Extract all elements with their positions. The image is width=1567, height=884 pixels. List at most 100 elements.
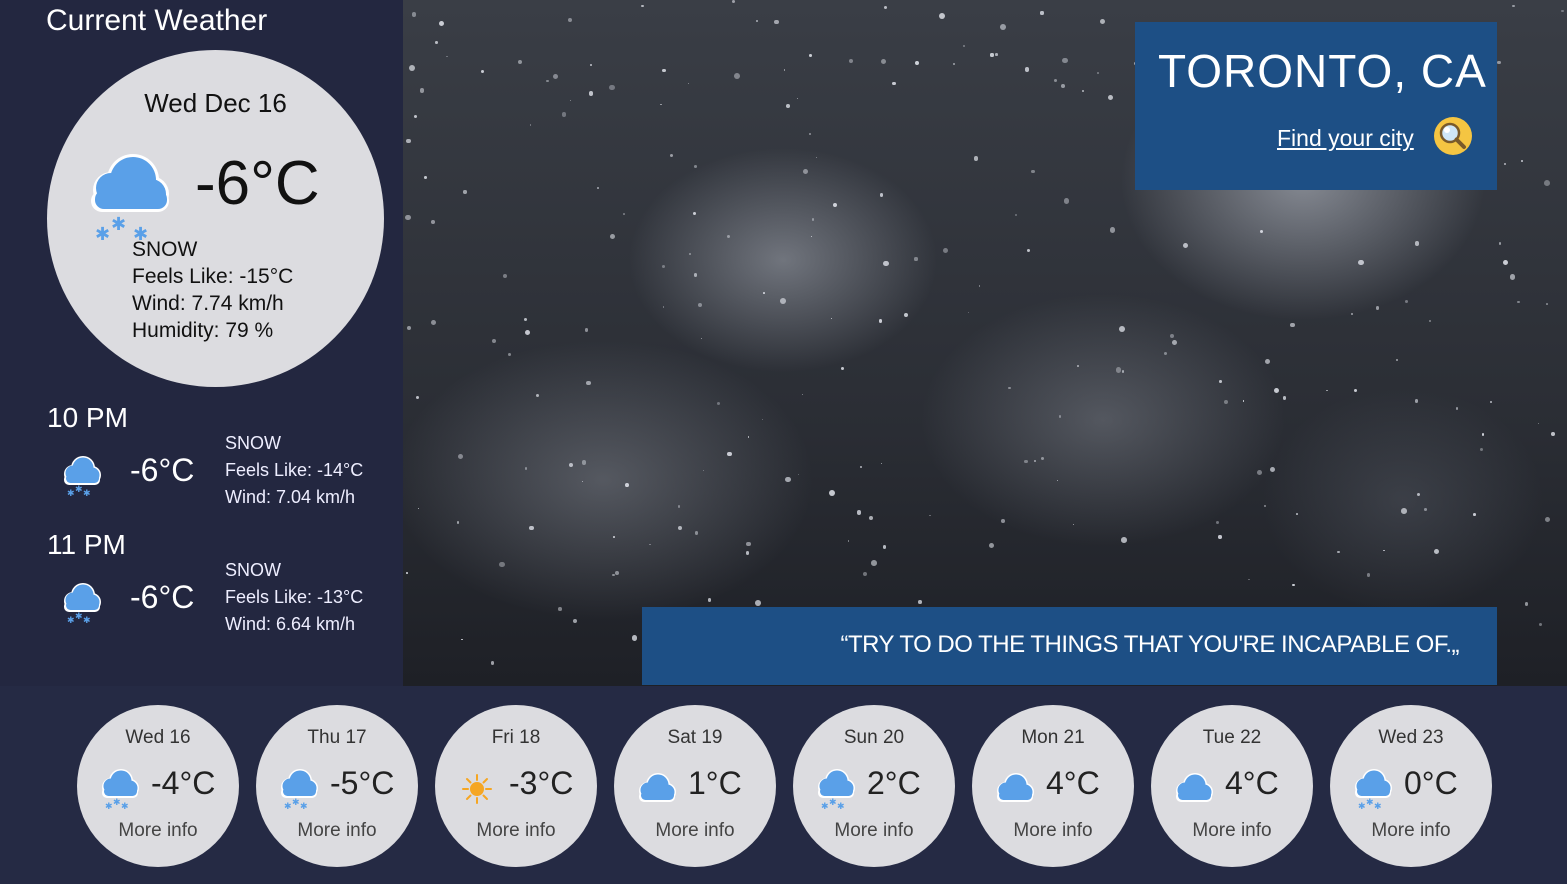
- snowflake: [430, 220, 435, 224]
- snowflake: [892, 81, 896, 86]
- current-temperature: -6°C: [195, 149, 320, 218]
- snowflake: [463, 190, 467, 194]
- more-info-link[interactable]: More info: [614, 820, 776, 842]
- snowflake: [1059, 415, 1062, 418]
- hourly-time: 11 PM: [47, 529, 126, 560]
- svg-text:✱: ✱: [83, 616, 91, 625]
- snowflake: [528, 525, 534, 531]
- snowflake: [1561, 9, 1564, 13]
- forecast-day-card[interactable]: Mon 21 4°C More info: [972, 705, 1134, 867]
- hourly-details: SNOW Feels Like: -14°C Wind: 7.04 km/h: [225, 430, 363, 511]
- magnifier-icon[interactable]: [1433, 116, 1473, 156]
- more-info-link[interactable]: More info: [77, 820, 239, 842]
- snowflake: [499, 561, 506, 568]
- more-info-link[interactable]: More info: [435, 820, 597, 842]
- snowflake: [503, 274, 508, 279]
- forecast-day-card[interactable]: Wed 23 ✱ ✱ ✱ 0°C More info: [1330, 705, 1492, 867]
- snowflake: [884, 5, 888, 10]
- snowflake: [1517, 300, 1520, 304]
- more-info-link[interactable]: More info: [1151, 820, 1313, 842]
- snowflake: [490, 661, 494, 665]
- quote-banner: “TRY TO DO THE THINGS THAT YOU'RE INCAPA…: [642, 607, 1497, 685]
- snowflake: [406, 572, 409, 575]
- forecast-day-card[interactable]: Wed 16 ✱ ✱ ✱ -4°C More info: [77, 705, 239, 867]
- snowflake: [424, 176, 427, 179]
- forecast-temperature: -3°C: [509, 765, 574, 801]
- snowflake: [1455, 407, 1459, 410]
- snowflake: [480, 69, 485, 73]
- snowflake: [1428, 320, 1431, 323]
- forecast-day-label: Wed 23: [1378, 727, 1444, 748]
- snowflake: [938, 13, 945, 20]
- snowflake: [609, 234, 616, 240]
- snowflake: [1056, 480, 1059, 482]
- snowflake: [1490, 400, 1493, 403]
- svg-text:✱: ✱: [111, 214, 126, 235]
- forecast-day-label: Wed 16: [125, 727, 191, 748]
- snowflake: [1015, 214, 1018, 217]
- svg-text:✱: ✱: [292, 798, 300, 808]
- svg-text:✱: ✱: [1366, 798, 1374, 808]
- snowflake: [1350, 312, 1354, 316]
- snowflake: [609, 84, 615, 91]
- snowflake: [1008, 387, 1011, 390]
- hourly-temperature: -6°C: [130, 579, 195, 615]
- more-info-link[interactable]: More info: [793, 820, 955, 842]
- snowflake: [694, 531, 698, 535]
- snow-cloud-icon: ✱ ✱ ✱: [59, 454, 103, 499]
- svg-text:✱: ✱: [837, 802, 845, 811]
- more-info-link[interactable]: More info: [1330, 820, 1492, 842]
- forecast-day-card[interactable]: Sat 19 1°C More info: [614, 705, 776, 867]
- snowflake: [1375, 306, 1379, 310]
- forecast-temperature: 2°C: [867, 765, 921, 801]
- snowflake: [446, 55, 449, 58]
- snowflake: [1024, 67, 1030, 72]
- snowflake: [942, 247, 948, 254]
- snowflake: [434, 41, 438, 44]
- svg-text:✱: ✱: [300, 802, 308, 811]
- snowflake: [999, 23, 1006, 30]
- hourly-wind: Wind: 6.64 km/h: [225, 614, 356, 634]
- snowflake: [1031, 169, 1035, 173]
- forecast-temperature: -5°C: [330, 765, 395, 801]
- forecast-temperature: -4°C: [151, 765, 216, 801]
- svg-text:✱: ✱: [121, 802, 129, 811]
- current-details: SNOW Feels Like: -15°C Wind: 7.74 km/h H…: [132, 236, 293, 344]
- snowflake: [878, 319, 883, 323]
- more-info-link[interactable]: More info: [972, 820, 1134, 842]
- snowflake: [692, 211, 696, 215]
- snowflake: [524, 467, 528, 470]
- forecast-day-card[interactable]: Fri 18 -3°C More info: [435, 705, 597, 867]
- forecast-day-card[interactable]: Tue 22 4°C More info: [1151, 705, 1313, 867]
- snowflake: [762, 418, 764, 420]
- snowflake: [1119, 326, 1126, 333]
- snowflake: [1544, 517, 1551, 523]
- snowflake: [649, 543, 651, 546]
- snowflake: [558, 607, 562, 611]
- snowflake: [1109, 226, 1116, 233]
- snowflake: [413, 114, 418, 119]
- quote-text: “TRY TO DO THE THINGS THAT YOU'RE INCAPA…: [840, 631, 1459, 658]
- svg-text:✱: ✱: [1374, 802, 1382, 811]
- forecast-day-card[interactable]: Sun 20 ✱ ✱ ✱ 2°C More info: [793, 705, 955, 867]
- snowflake: [857, 510, 862, 515]
- snowflake: [988, 542, 995, 549]
- snowflake: [726, 451, 732, 457]
- snowflake: [417, 507, 420, 510]
- snowflake: [1060, 84, 1065, 89]
- snowflake: [726, 234, 731, 239]
- snowflake: [1099, 18, 1106, 25]
- hourly-item: 11 PM ✱ ✱ ✱ -6°C SNOW Feels Like: -13°C Wi…: [47, 529, 387, 649]
- snowflake: [802, 394, 804, 396]
- snowflake: [809, 54, 812, 57]
- snowflake: [840, 367, 844, 371]
- more-info-link[interactable]: More info: [256, 820, 418, 842]
- forecast-day-card[interactable]: Thu 17 ✱ ✱ ✱ -5°C More info: [256, 705, 418, 867]
- snowflake: [1033, 459, 1036, 463]
- snowflake: [572, 618, 577, 623]
- snowflake: [847, 539, 850, 542]
- snowflake: [1383, 549, 1385, 552]
- snowflake: [1242, 400, 1245, 402]
- find-city-link[interactable]: Find your city: [1277, 125, 1414, 152]
- snowflake: [1414, 241, 1420, 246]
